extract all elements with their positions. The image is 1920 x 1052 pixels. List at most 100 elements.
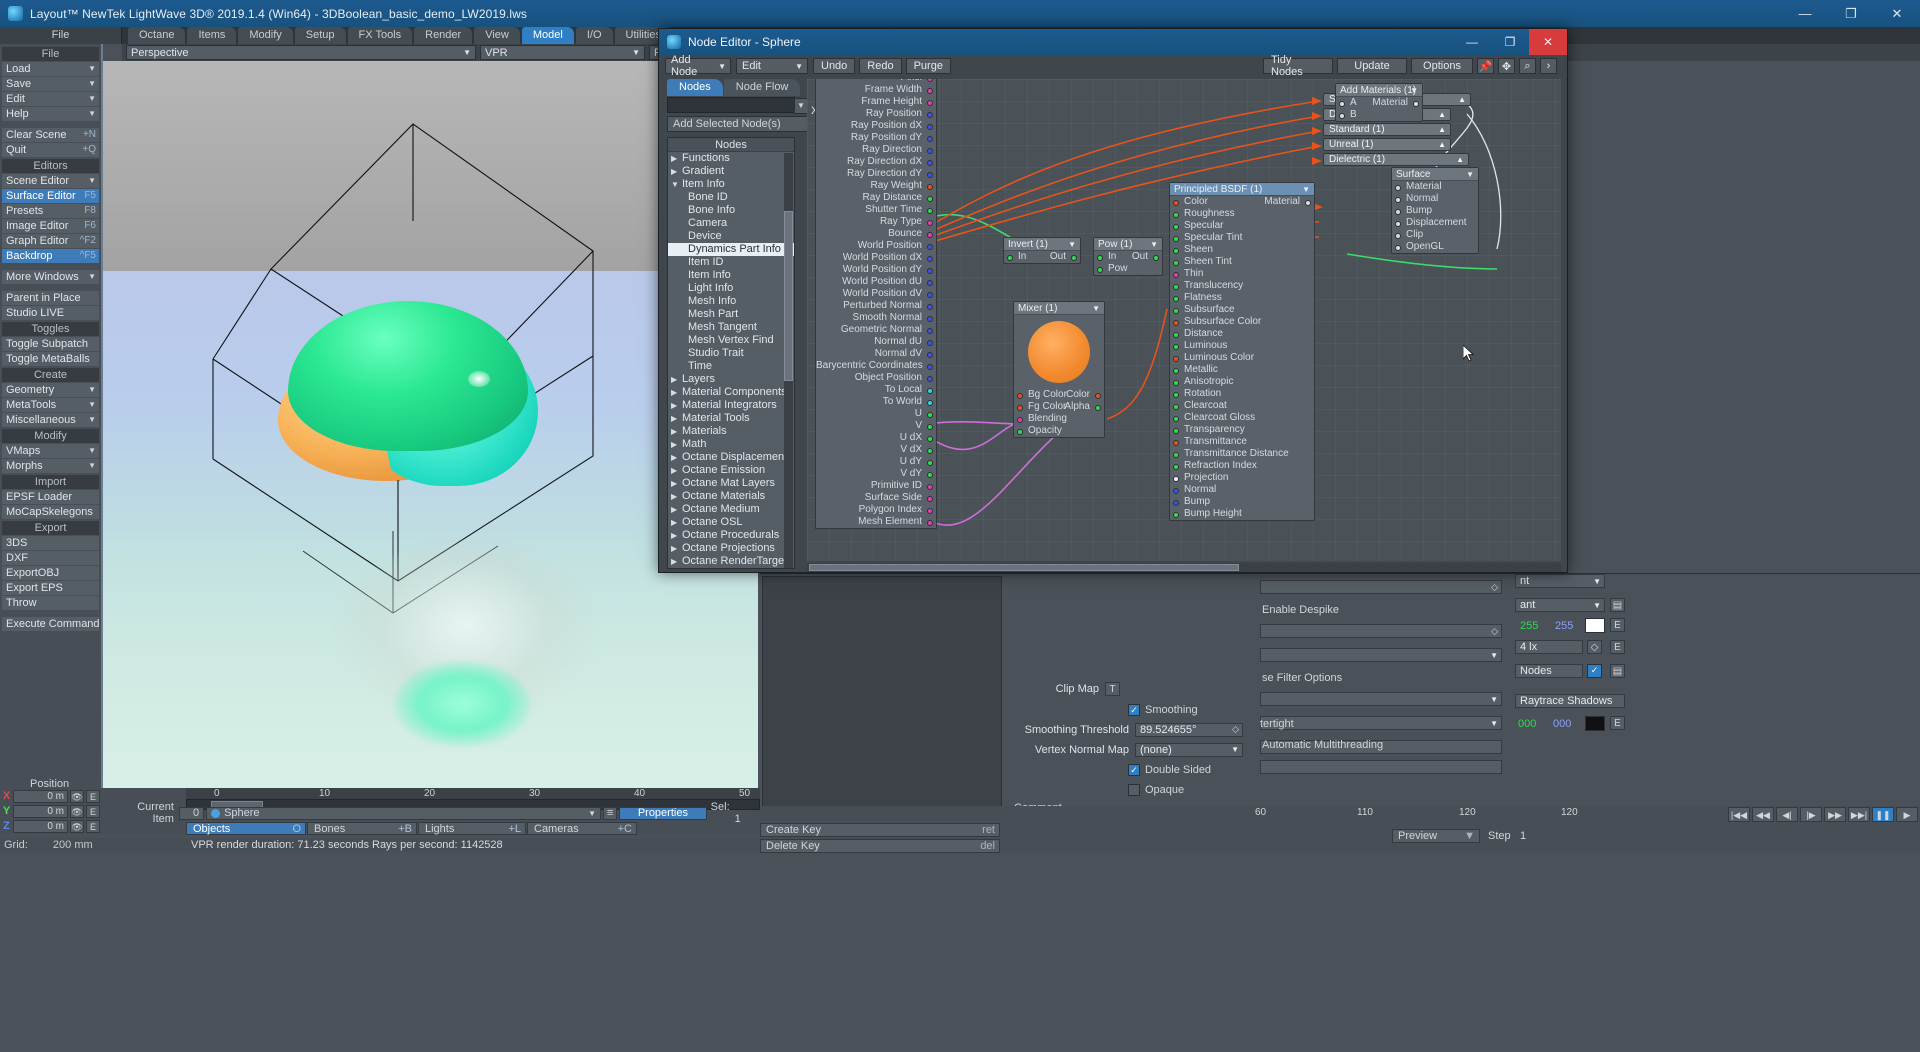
pow-pow-port[interactable]: Pow	[1094, 263, 1162, 275]
frame-field[interactable]: 0	[178, 806, 205, 820]
menu-tab-view[interactable]: View	[474, 27, 520, 44]
node-tree-item-layers[interactable]: ▶ Layers	[668, 373, 794, 386]
spot-info-port-mesh-element[interactable]: Mesh Element	[816, 516, 936, 528]
bsdf-port-bump[interactable]: Bump	[1170, 496, 1314, 508]
axis-envelope-button-y[interactable]: E	[86, 804, 100, 818]
sidebar-item-scene-editor[interactable]: Scene Editor ▼	[2, 174, 99, 188]
sidebar-item-metatools[interactable]: MetaTools ▼	[2, 398, 99, 412]
spot-info-port-ray-direction-dx[interactable]: Ray Direction dX	[816, 156, 936, 168]
chevron-right-icon[interactable]: ▶	[671, 373, 677, 386]
sidebar-item-epsf-loader[interactable]: EPSF Loader	[2, 490, 99, 504]
right-dropdown-2[interactable]: ▼	[1260, 692, 1502, 706]
bsdf-port-luminous-color[interactable]: Luminous Color	[1170, 352, 1314, 364]
bsdf-port-specular-tint[interactable]: Specular Tint	[1170, 232, 1314, 244]
sidebar-item-miscellaneous[interactable]: Miscellaneous ▼	[2, 413, 99, 427]
chevron-down-icon[interactable]: ▼	[794, 98, 808, 114]
bsdf-port-subsurface-color[interactable]: Subsurface Color	[1170, 316, 1314, 328]
opaque-checkbox[interactable]: ✓	[1128, 783, 1140, 796]
chevron-right-icon[interactable]: ▶	[671, 386, 677, 399]
purge-button[interactable]: Purge	[905, 58, 951, 74]
node-tree-item-studio-trait[interactable]: Studio Trait	[668, 347, 794, 360]
bsdf-port-flatness[interactable]: Flatness	[1170, 292, 1314, 304]
double-sided-checkbox[interactable]: ✓	[1128, 763, 1140, 776]
sidebar-item-parent-in-place[interactable]: Parent in Place	[2, 291, 99, 305]
node-editor-close-button[interactable]: ✕	[1529, 29, 1567, 55]
node-canvas[interactable]: X:31 Y:138 Zoom:91%	[807, 79, 1561, 561]
spot-info-port-ray-weight[interactable]: Ray Weight	[816, 180, 936, 192]
right-field-2[interactable]: ◇	[1260, 624, 1502, 638]
spot-info-port-u[interactable]: U	[816, 408, 936, 420]
right-dropdown-3[interactable]: ▼	[1260, 716, 1502, 730]
close-button[interactable]: ✕	[1874, 0, 1920, 27]
node-tree-item-octane-procedurals[interactable]: ▶ Octane Procedurals	[668, 529, 794, 542]
node-header[interactable]: Surface ▼	[1392, 168, 1478, 181]
mixer-opacity-port[interactable]: Opacity	[1014, 425, 1104, 437]
chevron-down-icon[interactable]: ▼	[1302, 183, 1310, 196]
menu-tab-render[interactable]: Render	[414, 27, 473, 44]
node-editor-tab-node-flow[interactable]: Node Flow	[723, 79, 801, 96]
node-canvas-hscrollbar[interactable]	[807, 563, 1561, 572]
axis-envelope-button-x[interactable]: E	[86, 789, 100, 803]
node-tree-item-dynamics-part-info[interactable]: Dynamics Part Info	[668, 243, 794, 256]
spot-info-port-normal-du[interactable]: Normal dU	[816, 336, 936, 348]
lux-input[interactable]: 4 lx	[1515, 640, 1583, 654]
sidebar-item-surface-editor[interactable]: Surface Editor F5	[2, 189, 99, 203]
node-header[interactable]: Principled BSDF (1) ▼	[1170, 183, 1314, 196]
add-node-dropdown[interactable]: Add Node ▼	[665, 54, 731, 78]
right-dropdown-1[interactable]: ▼	[1260, 648, 1502, 662]
sidebar-item-presets[interactable]: Presets F8	[2, 204, 99, 218]
chevron-up-icon[interactable]: ▲	[1456, 154, 1464, 166]
chevron-right-icon[interactable]: ▶	[671, 503, 677, 516]
pow-in-port[interactable]: In Out	[1094, 251, 1162, 263]
mixer-bg-color-port[interactable]: Bg Color Color	[1014, 389, 1104, 401]
node-canvas-hscroll-thumb[interactable]	[809, 564, 1239, 571]
port-b[interactable]: B	[1336, 109, 1422, 121]
menu-tab-setup[interactable]: Setup	[294, 27, 346, 44]
chevron-right-icon[interactable]: ▶	[671, 464, 677, 477]
bsdf-port-sheen-tint[interactable]: Sheen Tint	[1170, 256, 1314, 268]
chevron-down-icon[interactable]: ▼	[1150, 238, 1158, 251]
add-selected-nodes-button[interactable]: Add Selected Node(s)	[667, 116, 809, 132]
spot-info-port-geometric-normal[interactable]: Geometric Normal	[816, 324, 936, 336]
chevron-right-icon[interactable]: ▶	[671, 451, 677, 464]
node-tree-item-bone-id[interactable]: Bone ID	[668, 191, 794, 204]
node-tree-item-material-integrators[interactable]: ▶ Material Integrators	[668, 399, 794, 412]
sidebar-item-studio-live[interactable]: Studio LIVE	[2, 306, 99, 320]
spot-info-port-ray-position-dy[interactable]: Ray Position dY	[816, 132, 936, 144]
chevron-down-icon[interactable]: ▼	[671, 178, 679, 191]
ambient-dropdown[interactable]: ant ▼	[1515, 598, 1605, 612]
bsdf-port-translucency[interactable]: Translucency	[1170, 280, 1314, 292]
spot-info-port-to-local[interactable]: To Local	[816, 384, 936, 396]
add-materials-node[interactable]: Add Materials (1) ▼ A Material B	[1335, 83, 1423, 122]
sidebar-item-clear-scene[interactable]: Clear Scene +N	[2, 128, 99, 142]
tint-dropdown[interactable]: nt ▼	[1515, 574, 1605, 588]
mixer-fg-color-port[interactable]: Fg Color Alpha	[1014, 401, 1104, 413]
node-tree-item-octane-mat-layers[interactable]: ▶ Octane Mat Layers	[668, 477, 794, 490]
node-tree-item-mesh-part[interactable]: Mesh Part	[668, 308, 794, 321]
bsdf-port-transparency[interactable]: Transparency	[1170, 424, 1314, 436]
spot-info-node[interactable]: PixelFrame WidthFrame HeightRay Position…	[815, 79, 937, 529]
spot-info-port-bounce[interactable]: Bounce	[816, 228, 936, 240]
next-frame-button[interactable]: |▶	[1800, 807, 1822, 822]
spot-info-port-ray-distance[interactable]: Ray Distance	[816, 192, 936, 204]
chevron-right-icon[interactable]: ▶	[671, 529, 677, 542]
node-tree-item-item-id[interactable]: Item ID	[668, 256, 794, 269]
bsdf-port-sheen[interactable]: Sheen	[1170, 244, 1314, 256]
chevron-right-icon[interactable]: ▶	[671, 438, 677, 451]
chevron-up-icon[interactable]: ▲	[1438, 124, 1446, 136]
spot-info-port-perturbed-normal[interactable]: Perturbed Normal	[816, 300, 936, 312]
bsdf-port-projection[interactable]: Projection	[1170, 472, 1314, 484]
spot-info-port-ray-position[interactable]: Ray Position	[816, 108, 936, 120]
node-tree-item-device[interactable]: Device	[668, 230, 794, 243]
sidebar-item-more-windows[interactable]: More Windows ▼	[2, 270, 99, 284]
sidebar-item-vmaps[interactable]: VMaps ▼	[2, 444, 99, 458]
object-tab-cameras[interactable]: Cameras +C	[527, 822, 637, 835]
node-tree-item-gradient[interactable]: ▶ Gradient	[668, 165, 794, 178]
sidebar-item-exportobj[interactable]: ExportOBJ	[2, 566, 99, 580]
node-tree-item-mesh-info[interactable]: Mesh Info	[668, 295, 794, 308]
envelope-button-1[interactable]: ▤	[1610, 598, 1625, 612]
sidebar-item-toggle-subpatch[interactable]: Toggle Subpatch	[2, 337, 99, 351]
rendermode-dropdown[interactable]: VPR ▼	[480, 45, 645, 60]
spot-info-port-normal-dv[interactable]: Normal dV	[816, 348, 936, 360]
redo-button[interactable]: Redo	[859, 58, 902, 74]
